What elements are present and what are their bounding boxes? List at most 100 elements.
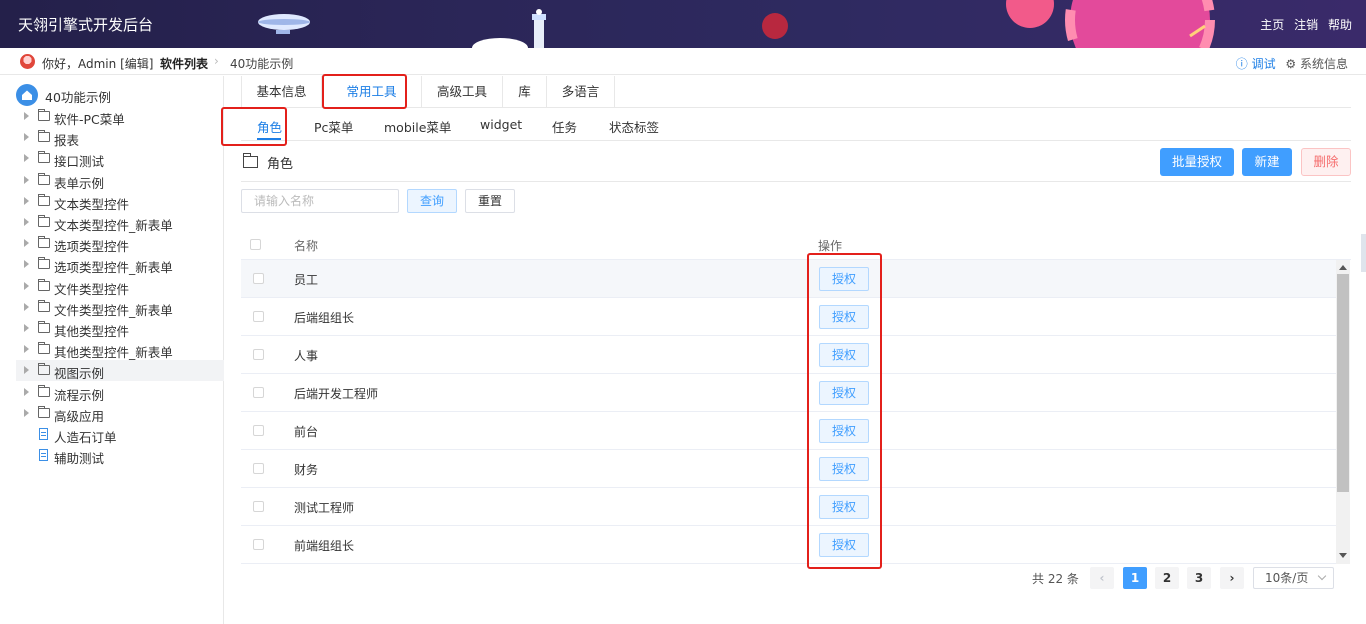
delete-button[interactable]: 删除 — [1301, 148, 1351, 176]
sidebar-tree-item[interactable]: 其他类型控件_新表单 — [16, 339, 224, 360]
sidebar-tree-item[interactable]: 其他类型控件 — [16, 318, 224, 339]
expand-caret-icon[interactable] — [24, 196, 29, 205]
tab-common-tools[interactable]: 常用工具 — [322, 76, 422, 108]
table-row[interactable]: 员工 授权 — [241, 260, 1336, 298]
next-page-button[interactable]: › — [1220, 567, 1244, 589]
page-2-button[interactable]: 2 — [1155, 567, 1179, 589]
grant-button[interactable]: 授权 — [819, 495, 869, 519]
table-row[interactable]: 前台 授权 — [241, 412, 1336, 450]
sidebar-tree-item[interactable]: 报表 — [16, 127, 224, 148]
row-checkbox[interactable] — [253, 539, 264, 550]
expand-caret-icon[interactable] — [24, 387, 29, 396]
grant-button[interactable]: 授权 — [819, 343, 869, 367]
row-checkbox[interactable] — [253, 387, 264, 398]
expand-caret-icon[interactable] — [24, 239, 29, 248]
expand-caret-icon[interactable] — [24, 175, 29, 184]
tab-status-label[interactable]: 状态标签 — [609, 117, 659, 136]
row-checkbox[interactable] — [253, 463, 264, 474]
table-row[interactable]: 测试工程师 授权 — [241, 488, 1336, 526]
reset-button[interactable]: 重置 — [465, 189, 515, 213]
expand-caret-icon[interactable] — [24, 218, 29, 226]
sidebar-tree-item[interactable]: 文本类型控件 — [16, 191, 224, 212]
select-all-checkbox[interactable] — [250, 239, 261, 250]
sidebar-tree-item-label: 表单示例 — [54, 175, 105, 191]
role-name: 人事 — [294, 349, 319, 363]
logout-link[interactable]: 注销 — [1294, 18, 1318, 32]
table-row[interactable]: 后端开发工程师 授权 — [241, 374, 1336, 412]
sidebar-tree-item[interactable]: 选项类型控件 — [16, 233, 224, 254]
page-3-button[interactable]: 3 — [1187, 567, 1211, 589]
grant-button[interactable]: 授权 — [819, 419, 869, 443]
sidebar-tree-item[interactable]: 高级应用 — [16, 403, 224, 424]
sidebar-tree-item[interactable]: 辅助测试 — [16, 445, 224, 466]
batch-grant-button[interactable]: 批量授权 — [1160, 148, 1234, 176]
tab-advanced-tools[interactable]: 高级工具 — [422, 76, 503, 108]
name-search-input[interactable] — [241, 189, 399, 213]
debug-link[interactable]: ⓘ 调试 — [1236, 57, 1276, 71]
tab-mobile-menu[interactable]: mobile菜单 — [384, 117, 451, 136]
sidebar-tree-item[interactable]: 流程示例 — [16, 382, 224, 403]
folder-icon — [38, 384, 50, 397]
folder-icon — [38, 257, 50, 270]
row-checkbox[interactable] — [253, 501, 264, 512]
tab-task[interactable]: 任务 — [552, 117, 577, 136]
row-checkbox[interactable] — [253, 311, 264, 322]
expand-caret-icon[interactable] — [24, 324, 29, 332]
table-row[interactable]: 人事 授权 — [241, 336, 1336, 374]
sidebar-tree-item[interactable]: 软件-PC菜单 — [16, 106, 224, 127]
folder-icon — [38, 342, 50, 355]
expand-caret-icon[interactable] — [24, 260, 29, 269]
scroll-down-arrow-icon[interactable] — [1339, 553, 1347, 558]
table-row[interactable]: 财务 授权 — [241, 450, 1336, 488]
expand-caret-icon[interactable] — [24, 281, 29, 290]
new-button[interactable]: 新建 — [1242, 148, 1292, 176]
primary-tabs: 基本信息 常用工具 高级工具 库 多语言 — [241, 76, 1351, 108]
table-row[interactable]: 前端组组长 授权 — [241, 526, 1336, 564]
side-panel-handle[interactable] — [1361, 234, 1366, 272]
sidebar-tree-item[interactable]: 视图示例 — [16, 360, 224, 382]
tab-widget[interactable]: widget — [480, 117, 522, 132]
help-link[interactable]: 帮助 — [1328, 18, 1352, 32]
query-button[interactable]: 查询 — [407, 189, 457, 213]
tab-library[interactable]: 库 — [503, 76, 547, 108]
expand-caret-icon[interactable] — [24, 154, 29, 163]
row-checkbox[interactable] — [253, 349, 264, 360]
page-size-select[interactable]: 10条/页 — [1253, 567, 1334, 589]
row-checkbox[interactable] — [253, 273, 264, 284]
page-1-button[interactable]: 1 — [1123, 567, 1147, 589]
grant-button[interactable]: 授权 — [819, 305, 869, 329]
folder-icon — [38, 321, 50, 333]
grant-button[interactable]: 授权 — [819, 457, 869, 481]
tab-role[interactable]: 角色 — [257, 117, 282, 136]
home-link[interactable]: 主页 — [1260, 18, 1284, 32]
sidebar-tree-item[interactable]: 文本类型控件_新表单 — [16, 212, 224, 233]
grant-button[interactable]: 授权 — [819, 381, 869, 405]
prev-page-button[interactable]: ‹ — [1090, 567, 1114, 589]
expand-caret-icon[interactable] — [24, 408, 29, 417]
role-name: 后端组组长 — [294, 311, 355, 325]
expand-caret-icon[interactable] — [24, 302, 29, 311]
system-info-link[interactable]: ⚙ 系统信息 — [1285, 57, 1348, 71]
expand-caret-icon[interactable] — [24, 366, 29, 375]
sidebar-tree-item[interactable]: 文件类型控件_新表单 — [16, 297, 224, 318]
breadcrumb-software-list[interactable]: 软件列表 — [160, 55, 208, 72]
sidebar-tree-item[interactable]: 表单示例 — [16, 170, 224, 191]
expand-caret-icon[interactable] — [24, 345, 29, 354]
tab-pc-menu[interactable]: Pc菜单 — [314, 117, 353, 136]
folder-icon — [38, 130, 50, 143]
sidebar-tree-item[interactable]: 人造石订单 — [16, 424, 224, 445]
sidebar-tree-item[interactable]: 接口测试 — [16, 148, 224, 169]
table-scrollbar-thumb[interactable] — [1337, 274, 1349, 492]
tab-multilingual[interactable]: 多语言 — [547, 76, 615, 108]
grant-button[interactable]: 授权 — [819, 533, 869, 557]
table-row[interactable]: 后端组组长 授权 — [241, 298, 1336, 336]
scroll-up-arrow-icon[interactable] — [1339, 265, 1347, 270]
edit-profile-link[interactable]: [编辑] — [120, 57, 153, 71]
expand-caret-icon[interactable] — [24, 133, 29, 142]
sidebar-tree-item[interactable]: 文件类型控件 — [16, 276, 224, 297]
sidebar-tree-item[interactable]: 选项类型控件_新表单 — [16, 254, 224, 275]
row-checkbox[interactable] — [253, 425, 264, 436]
grant-button[interactable]: 授权 — [819, 267, 869, 291]
tab-basic-info[interactable]: 基本信息 — [241, 76, 322, 108]
expand-caret-icon[interactable] — [24, 112, 29, 120]
